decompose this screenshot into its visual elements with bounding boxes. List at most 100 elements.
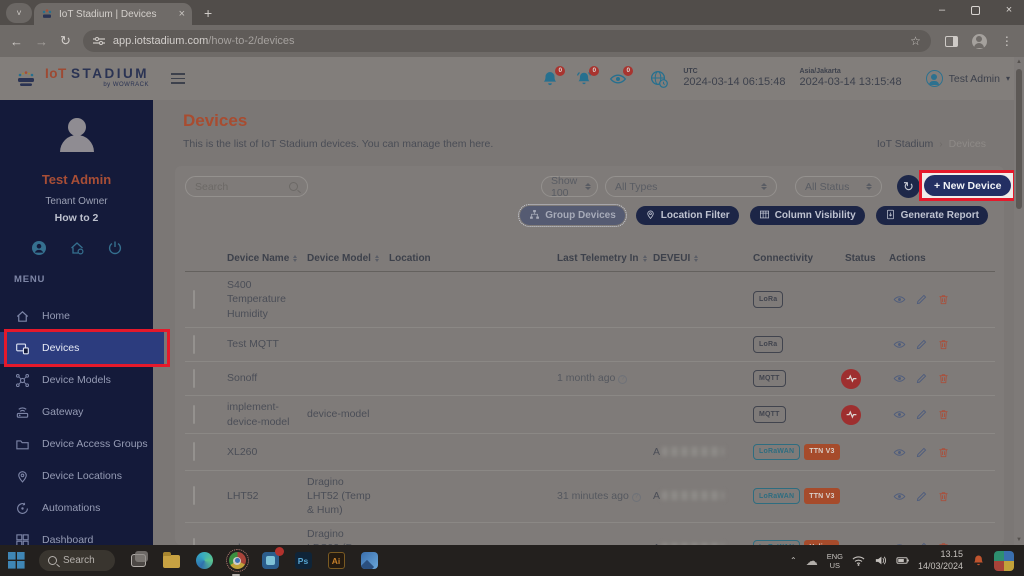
location-filter-button[interactable]: Location Filter [635, 206, 739, 225]
start-button-icon[interactable] [6, 551, 26, 571]
edit-device-button[interactable] [915, 446, 928, 459]
window-restore-icon[interactable] [971, 5, 980, 15]
row-checkbox[interactable] [193, 289, 195, 309]
new-device-button[interactable]: + New Device [924, 175, 1012, 196]
window-minimize-icon[interactable]: – [935, 4, 949, 16]
chrome-icon[interactable] [225, 549, 249, 576]
browser-menu-icon[interactable]: ⋮ [1001, 34, 1013, 48]
profile-account-icon[interactable] [31, 240, 47, 256]
delete-device-button[interactable] [937, 372, 950, 385]
eye-notification-icon[interactable]: 0 [609, 65, 634, 88]
scrollbar-thumb[interactable] [1016, 69, 1022, 209]
sidebar-item-device-access-groups[interactable]: Device Access Groups [0, 428, 153, 460]
browser-profile-icon[interactable] [971, 33, 987, 49]
tray-clock[interactable]: 13.15 14/03/2024 [918, 549, 963, 572]
tab-search-caret-icon[interactable]: ˅ [6, 3, 32, 23]
edit-device-button[interactable] [915, 408, 928, 421]
view-device-button[interactable] [893, 293, 906, 306]
breadcrumb-root[interactable]: IoT Stadium [877, 138, 933, 150]
group-devices-button[interactable]: Group Devices [518, 204, 627, 227]
browser-tab[interactable]: IoT Stadium | Devices × [34, 3, 192, 25]
show-count-select[interactable]: Show 100 [541, 175, 598, 199]
tray-expand-icon[interactable]: ⌃ [790, 556, 797, 565]
row-checkbox[interactable] [193, 368, 195, 388]
view-device-button[interactable] [893, 338, 906, 351]
notification-bell-icon[interactable] [972, 554, 985, 567]
volume-icon[interactable] [874, 554, 887, 567]
scroll-up-icon[interactable]: ▲ [1014, 59, 1024, 65]
delete-device-button[interactable] [937, 293, 950, 306]
edit-device-button[interactable] [915, 490, 928, 503]
sidebar-item-gateway[interactable]: Gateway [0, 396, 153, 428]
language-indicator[interactable]: ENG US [827, 552, 843, 570]
delete-device-button[interactable] [937, 490, 950, 503]
bell-notification-icon[interactable]: 0 [541, 65, 566, 88]
connectivity-cell: MQTT [745, 402, 837, 426]
side-panel-icon[interactable] [944, 35, 958, 47]
iot-stadium-logo[interactable]: IoT STADIUM by WOWRACK [14, 66, 149, 91]
onedrive-icon[interactable]: ☁ [806, 554, 818, 568]
page-scrollbar[interactable]: ▲ ▼ [1014, 57, 1024, 545]
column-header-device-model[interactable]: Device Model [299, 253, 381, 264]
row-checkbox[interactable] [193, 404, 195, 424]
edit-device-button[interactable] [915, 372, 928, 385]
search-input[interactable]: Search [185, 176, 308, 197]
column-header-last-telemetry-in[interactable]: Last Telemetry In [549, 253, 647, 264]
refresh-button[interactable]: ↻ [897, 175, 920, 198]
file-explorer-icon[interactable] [161, 551, 181, 571]
row-checkbox[interactable] [193, 442, 195, 461]
view-device-button[interactable] [893, 408, 906, 421]
view-device-button[interactable] [893, 446, 906, 459]
photos-app-icon[interactable] [359, 551, 379, 571]
illustrator-icon[interactable]: Ai [326, 551, 346, 571]
status-alert-icon[interactable] [841, 404, 861, 425]
badged-app-icon[interactable] [260, 546, 284, 571]
row-checkbox[interactable] [193, 486, 195, 506]
forward-icon[interactable]: → [35, 34, 48, 49]
window-close-icon[interactable]: × [1002, 4, 1016, 16]
location-cell [381, 492, 549, 500]
edit-device-button[interactable] [915, 293, 928, 306]
edit-device-button[interactable] [915, 338, 928, 351]
sidebar-item-automations[interactable]: Automations [0, 492, 153, 524]
photoshop-icon[interactable]: Ps [293, 551, 313, 571]
user-menu[interactable]: Test Admin ▾ [925, 70, 1010, 87]
sidebar-toggle-icon[interactable] [171, 73, 186, 84]
battery-icon[interactable] [896, 554, 909, 567]
sidebar-item-device-models[interactable]: Device Models [0, 364, 153, 396]
grid-icon [759, 209, 770, 223]
status-alert-icon[interactable] [841, 368, 861, 389]
tenant-home-icon[interactable] [69, 240, 85, 256]
alarm-bell-notification-icon[interactable]: 0 [575, 65, 600, 88]
taskbar: Search Ps Ai ⌃ ☁ ENG US 13.15 14/03/2024 [0, 545, 1024, 576]
logout-power-icon[interactable] [107, 240, 123, 256]
bookmark-star-icon[interactable]: ☆ [910, 34, 921, 48]
type-filter-select[interactable]: All Types [605, 176, 777, 197]
view-device-button[interactable] [893, 372, 906, 385]
column-header-deveui[interactable]: DEVEUI [645, 253, 745, 264]
column-header-device-name[interactable]: Device Name [219, 253, 299, 264]
column-header-status: Status [845, 253, 876, 264]
generate-report-button[interactable]: Generate Report [875, 206, 988, 225]
view-device-button[interactable] [893, 490, 906, 503]
scroll-down-icon[interactable]: ▼ [1014, 537, 1024, 543]
delete-device-button[interactable] [937, 408, 950, 421]
back-icon[interactable]: ← [10, 34, 23, 49]
status-filter-select[interactable]: All Status [795, 176, 882, 197]
sidebar-item-device-locations[interactable]: Device Locations [0, 460, 153, 492]
custom-app-icon[interactable] [994, 550, 1014, 571]
edge-icon[interactable] [194, 551, 214, 571]
sidebar-item-home[interactable]: Home [0, 300, 153, 332]
taskbar-search[interactable]: Search [39, 550, 115, 571]
task-view-icon[interactable] [128, 551, 148, 571]
new-tab-button[interactable]: + [204, 5, 212, 21]
reload-icon[interactable]: ↻ [60, 33, 71, 49]
row-checkbox[interactable] [193, 334, 195, 354]
tab-close-icon[interactable]: × [179, 8, 185, 20]
delete-device-button[interactable] [937, 338, 950, 351]
address-bar[interactable]: app.iotstadium.com/how-to-2/devices ☆ [82, 30, 931, 52]
sidebar-item-devices[interactable]: Devices [0, 332, 164, 364]
column-visibility-button[interactable]: Column Visibility [749, 206, 865, 225]
delete-device-button[interactable] [937, 446, 950, 459]
wifi-icon[interactable] [852, 554, 865, 567]
